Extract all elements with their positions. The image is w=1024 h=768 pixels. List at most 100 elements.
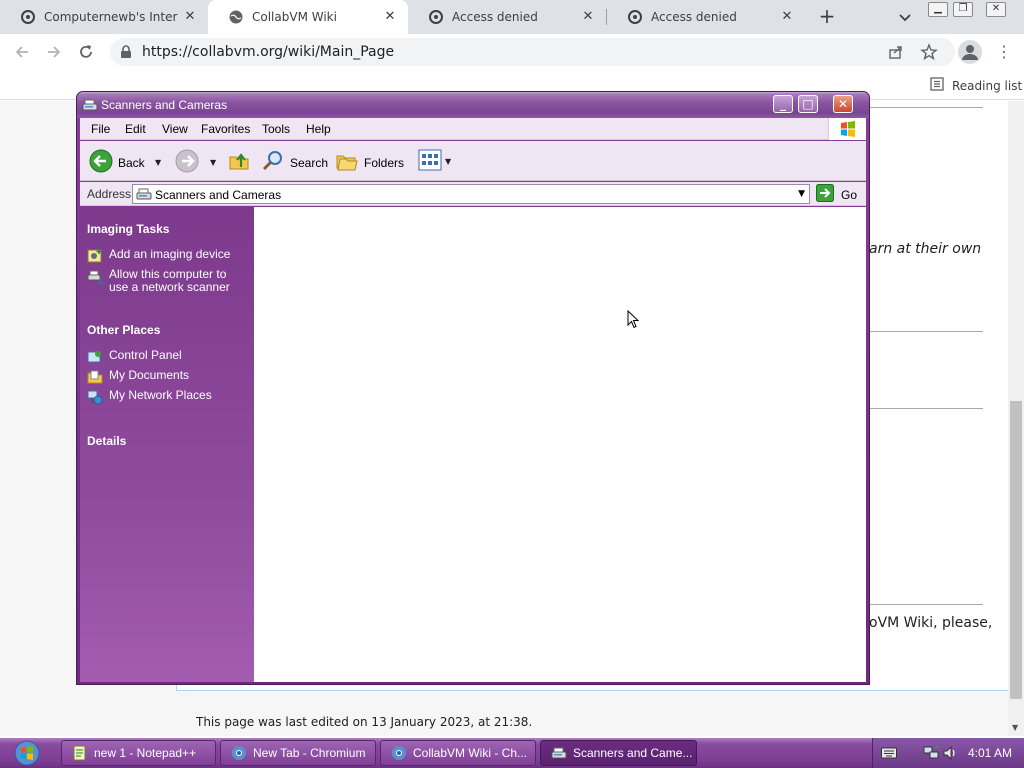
menu-tools[interactable]: Tools	[262, 122, 290, 136]
volume-icon[interactable]	[943, 745, 957, 764]
tab-access-denied-2[interactable]: Access denied ✕	[607, 0, 805, 34]
address-bar[interactable]: https://collabvm.org/wiki/Main_Page	[110, 38, 955, 66]
notepad-icon	[72, 745, 88, 761]
forward-dropdown-icon[interactable]: ▼	[210, 158, 216, 167]
maximize-button[interactable]: □	[798, 95, 818, 113]
new-tab-button[interactable]: +	[815, 5, 839, 29]
taskbar-item-label: CollabVM Wiki - Ch...	[413, 746, 528, 760]
network-tray-icon[interactable]	[923, 744, 941, 765]
up-folder-button[interactable]	[227, 149, 251, 176]
search-label: Search	[290, 155, 329, 170]
start-button[interactable]	[4, 739, 50, 767]
views-button[interactable]	[418, 149, 442, 174]
lock-icon[interactable]	[120, 45, 132, 62]
minimize-button[interactable]: ▁	[928, 2, 948, 17]
my-network-places-link[interactable]: My Network Places	[87, 389, 212, 405]
tab-title: Access denied	[651, 10, 737, 24]
mouse-cursor-icon	[627, 309, 640, 332]
vm-favicon-icon	[428, 9, 444, 25]
address-value[interactable]: Scanners and Cameras	[155, 188, 281, 202]
back-arrow-icon[interactable]	[10, 40, 34, 64]
back-label: Back	[118, 155, 145, 170]
link-label: Add an imaging device	[109, 247, 231, 261]
menu-kebab-icon[interactable]: ⋮	[996, 42, 1012, 62]
task-pane: Imaging Tasks Add an imaging device Allo…	[80, 207, 254, 682]
network-scanner-icon	[87, 268, 103, 284]
tab-title: Computernewb's Internet P	[44, 10, 178, 24]
folders-label: Folders	[364, 155, 405, 170]
reload-icon[interactable]	[74, 40, 98, 64]
share-icon[interactable]	[888, 44, 904, 63]
tab-computernewb[interactable]: Computernewb's Internet P ✕	[0, 0, 208, 34]
address-combobox[interactable]: Scanners and Cameras ▼	[132, 184, 810, 204]
control-panel-icon	[87, 349, 103, 365]
address-label: Address	[87, 187, 132, 201]
link-label: My Network Places	[109, 388, 212, 402]
taskbar-item-collabvm-wiki[interactable]: CollabVM Wiki - Ch...	[380, 740, 536, 766]
my-documents-link[interactable]: My Documents	[87, 369, 189, 385]
link-label: My Documents	[109, 368, 190, 382]
close-button[interactable]: ✕	[833, 95, 853, 113]
scroll-down-arrow-icon[interactable]: ▼	[1012, 723, 1018, 732]
vm-favicon-icon	[627, 9, 643, 25]
network-scanner-link[interactable]: Allow this computer to use a network sca…	[87, 268, 247, 294]
taskbar-item-new-tab[interactable]: New Tab - Chromium	[220, 740, 376, 766]
tab-collabvm-wiki[interactable]: CollabVM Wiki ✕	[208, 0, 408, 34]
menu-bar: File Edit View Favorites Tools Help	[80, 118, 866, 140]
search-button[interactable]: Search	[261, 149, 328, 176]
details-title: Details	[87, 434, 127, 448]
vm-favicon-icon	[20, 9, 36, 25]
page-scrollbar[interactable]: ▼	[1008, 101, 1024, 736]
windows-taskbar: new 1 - Notepad++ New Tab - Chromium Col…	[0, 738, 1024, 768]
tab-access-denied-1[interactable]: Access denied ✕	[408, 0, 606, 34]
taskbar-item-notepad[interactable]: new 1 - Notepad++	[61, 740, 216, 766]
tab-search-chevron-icon[interactable]	[895, 7, 915, 27]
forward-button[interactable]	[175, 149, 199, 176]
bookmark-star-icon[interactable]	[920, 43, 938, 64]
close-tab-icon[interactable]: ✕	[382, 9, 398, 25]
window-title: Scanners and Cameras	[101, 98, 228, 112]
menu-view[interactable]: View	[162, 122, 188, 136]
minimize-button[interactable]: _	[773, 95, 793, 113]
my-documents-icon	[87, 369, 103, 385]
restore-button[interactable]: ❐	[953, 2, 973, 17]
menu-favorites[interactable]: Favorites	[201, 122, 250, 136]
scrollbar-thumb[interactable]	[1010, 401, 1022, 699]
menu-help[interactable]: Help	[306, 122, 331, 136]
tab-title: Access denied	[452, 10, 538, 24]
keyboard-icon[interactable]	[881, 747, 897, 762]
url-text[interactable]: https://collabvm.org/wiki/Main_Page	[142, 44, 394, 60]
back-dropdown-icon[interactable]: ▼	[155, 158, 161, 167]
address-dropdown-icon[interactable]: ▼	[798, 189, 805, 199]
back-button[interactable]: Back	[89, 149, 145, 176]
taskbar-item-scanners[interactable]: Scanners and Came...	[540, 740, 697, 766]
folders-button[interactable]: Folders	[335, 149, 404, 176]
browser-toolbar: https://collabvm.org/wiki/Main_Page	[0, 34, 1024, 70]
control-panel-link[interactable]: Control Panel	[87, 349, 182, 365]
system-tray: 4:01 AM	[872, 738, 1024, 768]
close-window-button[interactable]: ✕	[986, 2, 1006, 17]
chromium-icon	[391, 745, 407, 761]
forward-arrow-icon	[175, 149, 199, 176]
search-icon	[261, 149, 285, 176]
add-imaging-device-link[interactable]: Add an imaging device	[87, 248, 230, 264]
forward-arrow-icon[interactable]	[42, 40, 66, 64]
other-places-title: Other Places	[87, 323, 161, 337]
scanners-cameras-window: Scanners and Cameras _ □ ✕ File Edit Vie…	[76, 91, 870, 685]
reading-list-icon	[930, 77, 944, 94]
views-dropdown-icon[interactable]: ▼	[445, 157, 451, 166]
close-tab-icon[interactable]: ✕	[580, 9, 596, 25]
window-titlebar[interactable]: Scanners and Cameras _ □ ✕	[77, 92, 869, 118]
scanner-icon	[551, 745, 567, 761]
menu-file[interactable]: File	[91, 122, 110, 136]
browser-tab-strip: Computernewb's Internet P ✕ CollabVM Wik…	[0, 0, 1024, 34]
close-tab-icon[interactable]: ✕	[779, 9, 795, 25]
menu-edit[interactable]: Edit	[125, 122, 146, 136]
file-view-area[interactable]	[254, 207, 866, 682]
profile-avatar-icon[interactable]	[958, 40, 982, 64]
reading-list-button[interactable]: Reading list	[930, 77, 1022, 94]
go-button[interactable]: Go	[816, 184, 857, 205]
close-tab-icon[interactable]: ✕	[182, 9, 198, 25]
scanner-icon	[136, 187, 152, 204]
clock[interactable]: 4:01 AM	[968, 746, 1012, 760]
